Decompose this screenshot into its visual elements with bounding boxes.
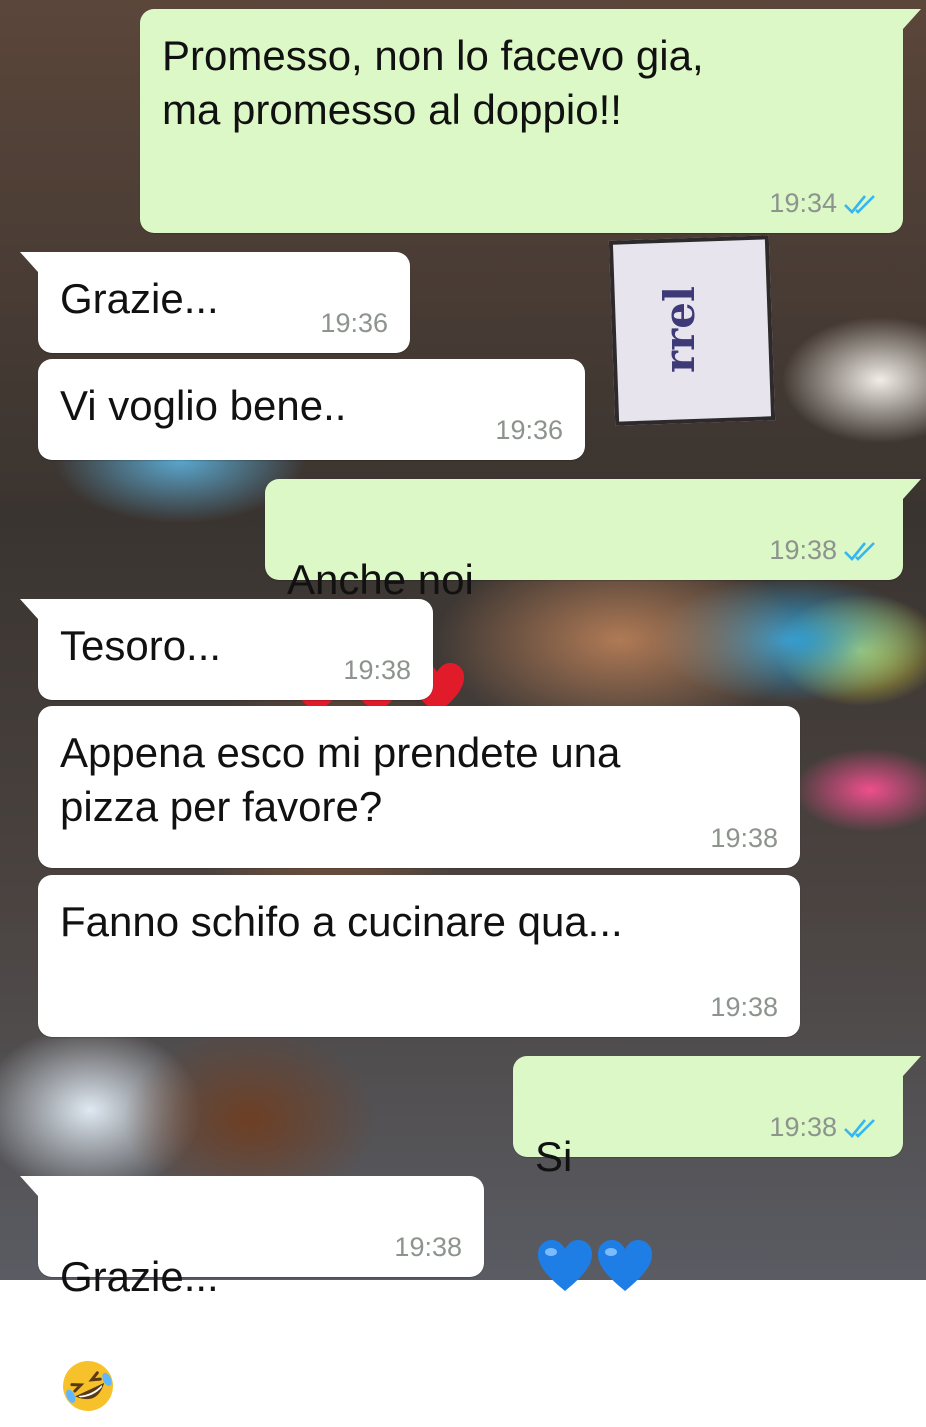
message-bubble-incoming[interactable]: Grazie... 19:36 (20, 252, 410, 353)
message-meta: 19:38 (343, 655, 411, 686)
wallpaper-tag-text: rrel (655, 286, 704, 374)
message-time: 19:38 (394, 1232, 462, 1262)
message-time: 19:38 (343, 655, 411, 685)
message-time: 19:38 (710, 823, 778, 853)
rolling-on-floor-laughing-icon (60, 1304, 116, 1427)
message-meta: 19:38 (394, 1232, 462, 1263)
message-text: Tesoro... (60, 622, 222, 669)
message-bubble-outgoing[interactable]: Promesso, non lo facevo gia, ma promesso… (140, 9, 921, 233)
message-bubble-incoming[interactable]: Tesoro... 19:38 (20, 599, 433, 700)
message-text-content: Grazie... (60, 1253, 219, 1300)
message-text: Grazie... (60, 275, 219, 322)
message-text-content: Si (535, 1133, 573, 1180)
message-text-content: Anche noi (287, 556, 474, 603)
message-time: 19:36 (495, 415, 563, 445)
message-meta: 19:38 (710, 823, 778, 854)
message-bubble-incoming[interactable]: Fanno schifo a cucinare qua... 19:38 (38, 875, 800, 1037)
message-meta: 19:38 (710, 992, 778, 1023)
message-time: 19:38 (710, 992, 778, 1022)
message-meta: 19:36 (495, 415, 563, 446)
message-time: 19:38 (769, 1112, 837, 1142)
blue-heart-icon (535, 1184, 595, 1307)
message-text: Appena esco mi prendete una pizza per fa… (60, 729, 621, 830)
message-meta: 19:38 (769, 1112, 881, 1143)
message-meta: 19:38 (769, 535, 881, 566)
message-text: Promesso, non lo facevo gia, ma promesso… (162, 32, 704, 133)
message-time: 19:36 (320, 308, 388, 338)
message-text: Vi voglio bene.. (60, 382, 347, 429)
message-bubble-incoming[interactable]: Grazie... 19:38 (20, 1176, 484, 1411)
blue-heart-icon (595, 1184, 655, 1307)
message-time: 19:34 (769, 188, 837, 218)
message-time: 19:38 (769, 535, 837, 565)
message-bubble-incoming[interactable]: Vi voglio bene.. 19:36 (38, 359, 585, 460)
message-meta: 19:36 (320, 308, 388, 339)
message-text: Fanno schifo a cucinare qua... (60, 898, 623, 945)
message-bubble-outgoing[interactable]: Anche noi 19:38 (265, 479, 921, 714)
message-text: Grazie... (60, 1196, 219, 1427)
double-check-read-icon (844, 541, 875, 561)
message-bubble-outgoing[interactable]: Si 19:38 (513, 1056, 921, 1291)
double-check-read-icon (844, 194, 875, 214)
double-check-read-icon (844, 1118, 875, 1138)
message-meta: 19:34 (769, 188, 881, 219)
message-bubble-incoming[interactable]: Appena esco mi prendete una pizza per fa… (38, 706, 800, 868)
message-text: Si (535, 1076, 655, 1307)
